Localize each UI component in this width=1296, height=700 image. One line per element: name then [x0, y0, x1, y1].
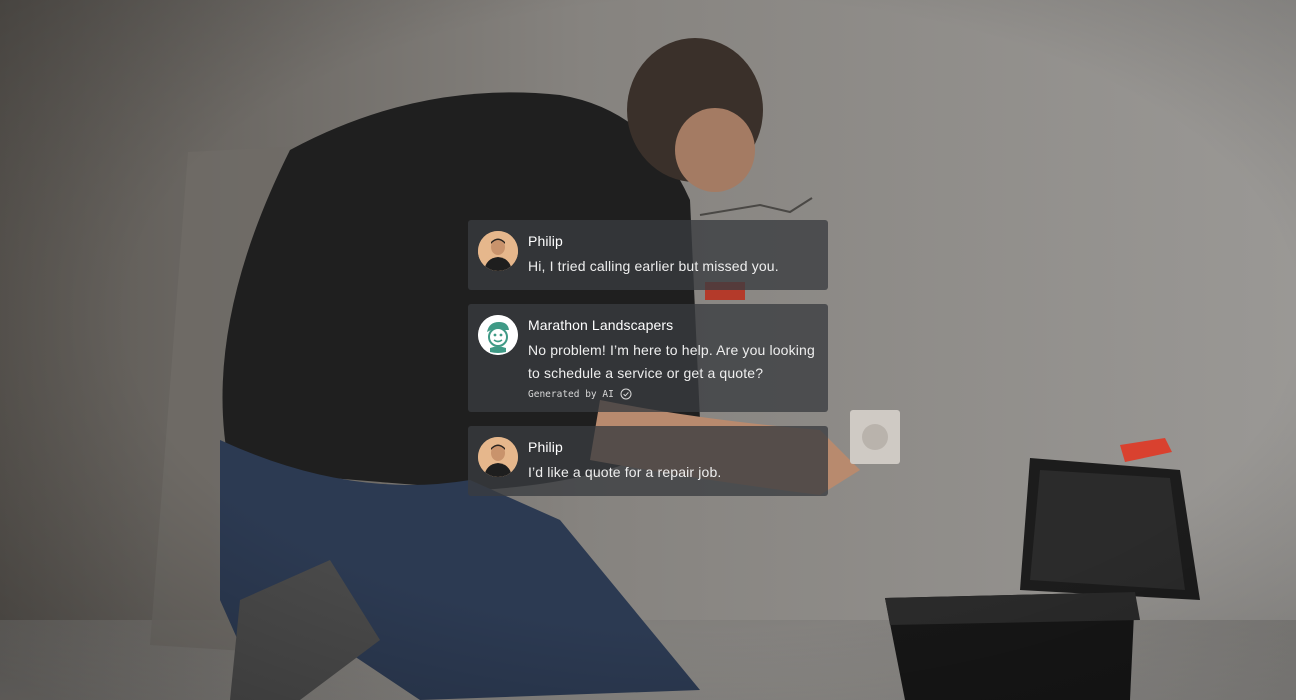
- sender-name: Philip: [528, 233, 563, 249]
- ai-generated-badge: Generated by AI: [528, 388, 816, 400]
- chat-message: Philip I’d like a quote for a repair job…: [468, 426, 828, 496]
- sender-name: Marathon Landscapers: [528, 317, 674, 333]
- message-text: Hi, I tried calling earlier but missed y…: [528, 258, 779, 274]
- person-icon: [478, 231, 518, 271]
- check-circle-icon: [620, 388, 632, 400]
- user-avatar: [478, 437, 518, 477]
- mascot-logo-icon: [478, 315, 518, 355]
- ai-badge-label: Generated by AI: [528, 388, 614, 400]
- user-avatar: [478, 231, 518, 271]
- sender-name: Philip: [528, 439, 563, 455]
- chat-message: Philip Hi, I tried calling earlier but m…: [468, 220, 828, 290]
- chat-message: Marathon Landscapers No problem! I’m her…: [468, 304, 828, 412]
- message-text: I’d like a quote for a repair job.: [528, 464, 722, 480]
- message-text: No problem! I’m here to help. Are you lo…: [528, 342, 815, 381]
- chat-thread: Philip Hi, I tried calling earlier but m…: [468, 220, 828, 496]
- brand-avatar: [478, 315, 518, 355]
- person-icon: [478, 437, 518, 477]
